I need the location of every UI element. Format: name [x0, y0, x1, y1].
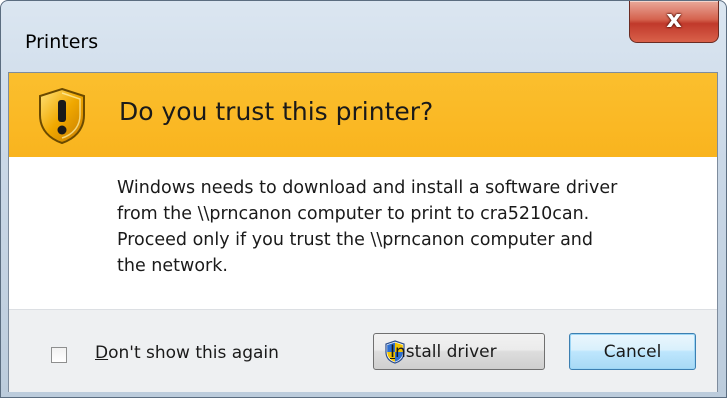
cancel-button-label: Cancel: [603, 342, 662, 362]
message-line: the network.: [117, 256, 228, 276]
message-line: Proceed only if you trust the \\prncanon…: [117, 230, 594, 250]
dialog-footer: Don't show this again Install driver Can…: [9, 309, 717, 392]
install-driver-label-text: nstall driver: [395, 342, 497, 362]
window-title: Printers: [25, 31, 99, 53]
install-driver-label: Install driver: [390, 342, 497, 362]
warning-banner: Do you trust this printer?: [9, 73, 717, 157]
dont-show-again-label[interactable]: Don't show this again: [95, 343, 279, 363]
close-button[interactable]: x: [629, 1, 719, 43]
message-line: Windows needs to download and install a …: [117, 178, 618, 198]
install-driver-button[interactable]: Install driver: [373, 333, 545, 370]
message-line: from the \\prncanon computer to print to…: [117, 204, 590, 224]
cancel-button[interactable]: Cancel: [569, 333, 696, 370]
dont-show-again-mnemonic: D: [95, 343, 109, 363]
warning-shield-icon: [39, 87, 85, 145]
message-text: Windows needs to download and install a …: [117, 175, 697, 279]
dont-show-again-label-text: on't show this again: [108, 343, 279, 363]
close-icon: x: [666, 5, 682, 33]
printers-dialog: Printers x Do you trust this printer? Wi…: [0, 0, 727, 398]
title-bar[interactable]: Printers x: [1, 1, 726, 81]
banner-heading: Do you trust this printer?: [119, 97, 434, 126]
dont-show-again-checkbox[interactable]: [51, 347, 67, 363]
dialog-client-area: Do you trust this printer? Windows needs…: [8, 72, 718, 392]
